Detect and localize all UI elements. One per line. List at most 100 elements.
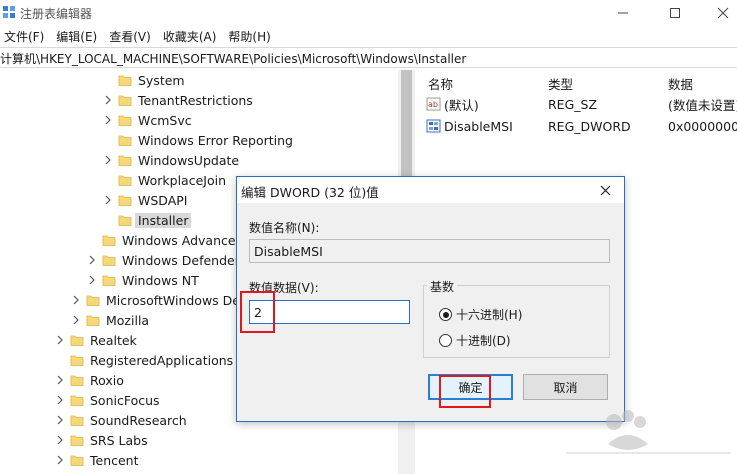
column-header-data[interactable]: 数据 [668, 70, 693, 92]
chevron-right-icon[interactable] [54, 394, 66, 406]
folder-icon [102, 275, 116, 286]
edit-dword-dialog: 编辑 DWORD (32 位)值 数值名称(N): DisableMSI 数值数… [236, 176, 625, 422]
tree-item-label: TenantRestrictions [138, 92, 253, 108]
svg-text:ab: ab [428, 100, 438, 109]
folder-icon [70, 415, 84, 426]
chevron-right-icon[interactable] [54, 374, 66, 386]
tree-item[interactable]: Mozilla [70, 310, 149, 330]
chevron-right-icon[interactable] [54, 334, 66, 346]
menu-file[interactable]: 文件(F) [0, 26, 48, 46]
radio-hex[interactable]: 十六进制(H) [439, 306, 522, 323]
value-data: (数值未设置) [668, 97, 737, 113]
radio-hex-indicator[interactable] [439, 308, 452, 321]
tree-item[interactable]: TenantRestrictions [102, 90, 253, 110]
dialog-title-bar: 编辑 DWORD (32 位)值 [237, 177, 624, 203]
radio-decimal[interactable]: 十进制(D) [439, 332, 511, 349]
tree-item[interactable]: Windows Defender [86, 250, 240, 270]
value-name-label: 数值名称(N): [249, 221, 320, 235]
tree-item-label: WindowsUpdate [138, 152, 240, 168]
dialog-title: 编辑 DWORD (32 位)值 [241, 185, 379, 200]
chevron-right-icon[interactable] [86, 254, 98, 266]
tree-item[interactable]: Tencent [54, 450, 139, 470]
close-icon [600, 185, 610, 195]
base-group-title: 基数 [427, 278, 458, 295]
close-button[interactable] [700, 0, 737, 26]
address-bar[interactable]: 计算机\HKEY_LOCAL_MACHINE\SOFTWARE\Policies… [0, 47, 737, 68]
folder-icon [70, 435, 84, 446]
folder-icon [102, 235, 116, 246]
tree-item[interactable]: Windows NT [86, 270, 199, 290]
folder-icon [118, 95, 132, 106]
folder-icon [118, 215, 132, 226]
tree-item[interactable]: Realtek [54, 330, 137, 350]
tree-item-label: Windows Error Reporting [138, 132, 293, 148]
tree-item[interactable]: WindowsUpdate [102, 150, 239, 170]
folder-icon [70, 355, 84, 366]
annotation-box-ok [439, 375, 491, 408]
tree-item[interactable]: WorkplaceJoin [102, 170, 226, 190]
close-icon [717, 7, 729, 19]
chevron-right-icon[interactable] [86, 274, 98, 286]
tree-item[interactable]: WSDAPI [102, 190, 187, 210]
tree-item-label: SRS Labs [90, 432, 148, 448]
value-type: REG_DWORD [548, 118, 631, 134]
radio-decimal-indicator[interactable] [439, 334, 452, 347]
chevron-right-icon[interactable] [54, 454, 66, 466]
menu-edit[interactable]: 编辑(E) [52, 26, 101, 46]
folder-icon [118, 115, 132, 126]
maximize-button[interactable] [652, 0, 698, 26]
tree-item-label: Installer [135, 212, 192, 228]
tree-item[interactable]: System [102, 70, 185, 90]
dialog-close-button[interactable] [595, 181, 615, 199]
tree-item-label: WSDAPI [138, 192, 188, 208]
chevron-right-icon[interactable] [54, 414, 66, 426]
folder-icon [70, 455, 84, 466]
chevron-right-icon[interactable] [102, 114, 114, 126]
registry-editor-icon [3, 6, 15, 18]
string-value-icon: ab [426, 97, 441, 111]
folder-icon [70, 395, 84, 406]
chevron-right-icon[interactable] [70, 294, 82, 306]
menu-favorites[interactable]: 收藏夹(A) [159, 26, 221, 46]
column-header-name[interactable]: 名称 [428, 70, 453, 92]
tree-item[interactable]: SonicFocus [54, 390, 160, 410]
value-data: 0x00000000 [668, 118, 737, 134]
folder-icon [118, 155, 132, 166]
tree-item[interactable]: SRS Labs [54, 430, 148, 450]
column-header-type[interactable]: 类型 [548, 70, 573, 92]
tree-item-label: Tencent [90, 452, 139, 468]
radio-hex-label: 十六进制(H) [456, 308, 523, 322]
tree-item-label: WcmSvc [138, 112, 192, 128]
folder-icon [118, 75, 132, 86]
dword-value-icon [426, 119, 441, 133]
window-title: 注册表编辑器 [20, 7, 93, 21]
minimize-button[interactable] [600, 0, 646, 26]
chevron-right-icon[interactable] [54, 434, 66, 446]
tree-item-label: SonicFocus [90, 392, 160, 408]
tree-item[interactable]: Windows Error Reporting [102, 130, 293, 150]
tree-item-label: Windows Defender [122, 252, 240, 268]
value-row-default[interactable]: ab (默认) [426, 94, 479, 114]
value-type: REG_SZ [548, 96, 598, 112]
folder-icon [70, 335, 84, 346]
chevron-right-icon[interactable] [102, 94, 114, 106]
chevron-right-icon[interactable] [70, 314, 82, 326]
tree-item[interactable]: WcmSvc [102, 110, 192, 130]
tree-item-label: SoundResearch [90, 412, 187, 428]
tree-item-label: Realtek [90, 332, 137, 348]
tree-item[interactable]: Roxio [54, 370, 124, 390]
tree-item-label: Roxio [90, 372, 124, 388]
tree-item-label: WorkplaceJoin [138, 172, 227, 188]
chevron-right-icon[interactable] [102, 154, 114, 166]
menu-view[interactable]: 查看(V) [105, 26, 155, 46]
menu-help[interactable]: 帮助(H) [224, 26, 274, 46]
tree-item[interactable]: Installer [102, 210, 192, 230]
chevron-right-icon[interactable] [102, 194, 114, 206]
folder-icon [102, 255, 116, 266]
tree-item[interactable]: SoundResearch [54, 410, 187, 430]
value-row-disablemsi[interactable]: DisableMSI [426, 116, 513, 136]
value-name-field: DisableMSI [249, 239, 610, 263]
tree-item-label: Windows NT [122, 272, 199, 288]
folder-icon [70, 375, 84, 386]
tree-item[interactable]: RegisteredApplications [54, 350, 233, 370]
